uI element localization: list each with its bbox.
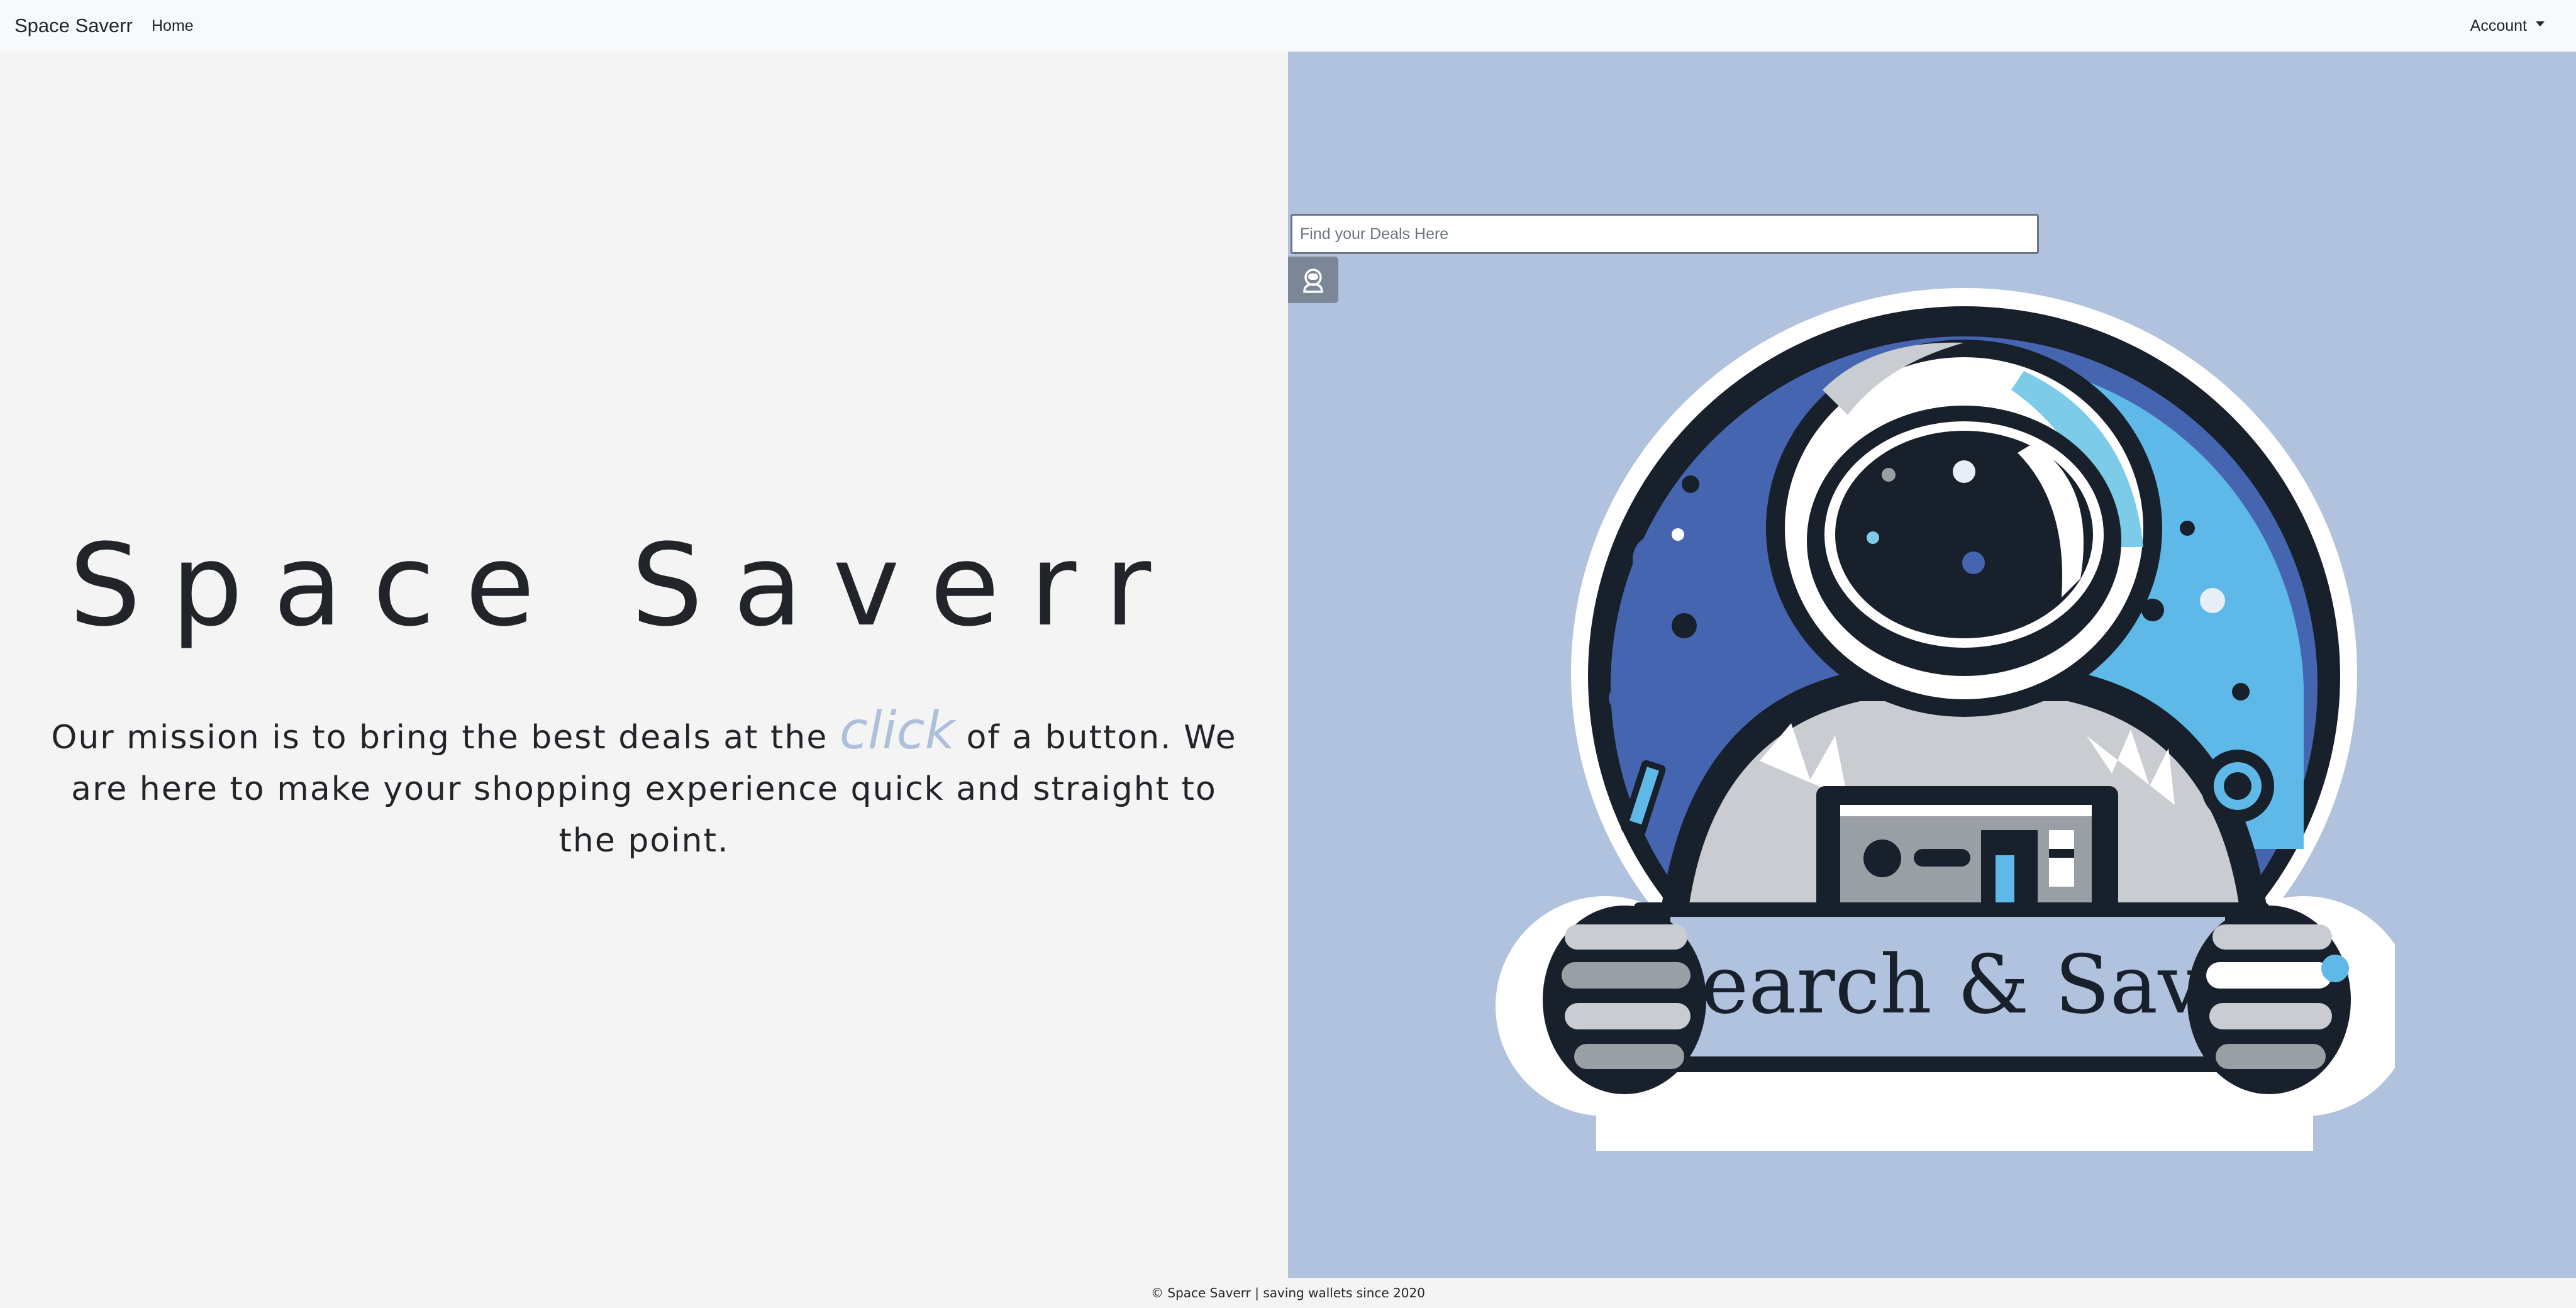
chevron-down-icon xyxy=(2536,21,2545,26)
sign-text: Search & Save xyxy=(1646,938,2251,1032)
footer: © Space Saverr | saving wallets since 20… xyxy=(0,1278,2576,1308)
search-button[interactable] xyxy=(1288,257,1338,303)
astronaut-mascot: Search & Save xyxy=(1496,288,2395,1151)
search-input[interactable] xyxy=(1291,214,2039,254)
account-dropdown[interactable]: Account xyxy=(2470,0,2545,52)
mission-statement: Our mission is to bring the best deals a… xyxy=(50,706,1238,867)
mission-text-start: Our mission is to bring the best deals a… xyxy=(51,719,840,757)
nav-link-home[interactable]: Home xyxy=(152,0,194,52)
footer-text: © Space Saverr | saving wallets since 20… xyxy=(1151,1285,1425,1300)
mission-click-emphasis: click xyxy=(839,701,955,761)
hero-panel: Space Saverr Our mission is to bring the… xyxy=(0,52,1288,1278)
hero-title: Space Saverr xyxy=(69,520,1182,651)
search-panel: Search & Save xyxy=(1288,52,2576,1278)
navbar-brand[interactable]: Space Saverr xyxy=(14,0,133,52)
astronaut-icon xyxy=(1303,269,1323,293)
top-navbar: Space Saverr Home Account xyxy=(0,0,2576,52)
left-glove xyxy=(1543,906,1706,1094)
search-and-save-sign: Search & Save xyxy=(1634,902,2269,1072)
right-glove xyxy=(2187,906,2351,1094)
helmet xyxy=(1766,340,2162,717)
account-label: Account xyxy=(2470,16,2527,35)
